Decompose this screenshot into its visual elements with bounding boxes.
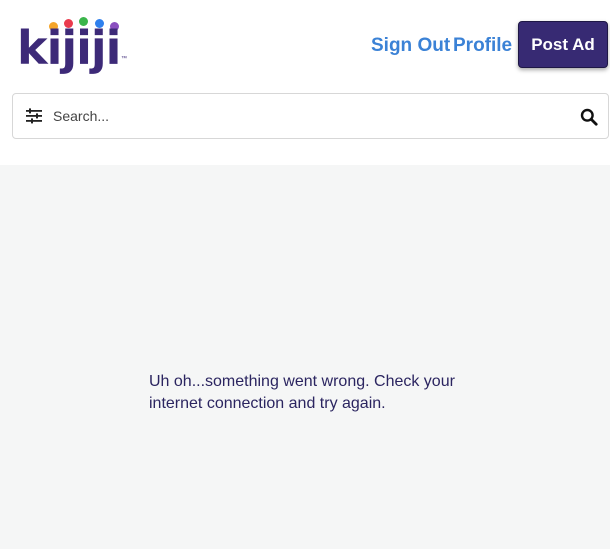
site-header: kijiji ™ Sign Out Profile Post Ad [0, 0, 610, 92]
filter-sliders-icon[interactable] [25, 108, 43, 124]
logo-trademark: ™ [121, 56, 127, 62]
search-input[interactable] [53, 102, 553, 130]
search-icon[interactable] [580, 108, 598, 126]
kijiji-logo[interactable]: kijiji ™ [17, 16, 129, 78]
logo-wordmark: kijiji [17, 21, 121, 75]
error-message: Uh oh...something went wrong. Check your… [149, 373, 455, 412]
profile-link[interactable]: Profile [453, 34, 512, 58]
main-content: Uh oh...something went wrong. Check your… [0, 165, 610, 549]
sign-out-link[interactable]: Sign Out [371, 34, 450, 58]
post-ad-button[interactable]: Post Ad [518, 21, 608, 68]
search-bar [12, 93, 609, 139]
post-ad-label: Post Ad [531, 34, 595, 54]
